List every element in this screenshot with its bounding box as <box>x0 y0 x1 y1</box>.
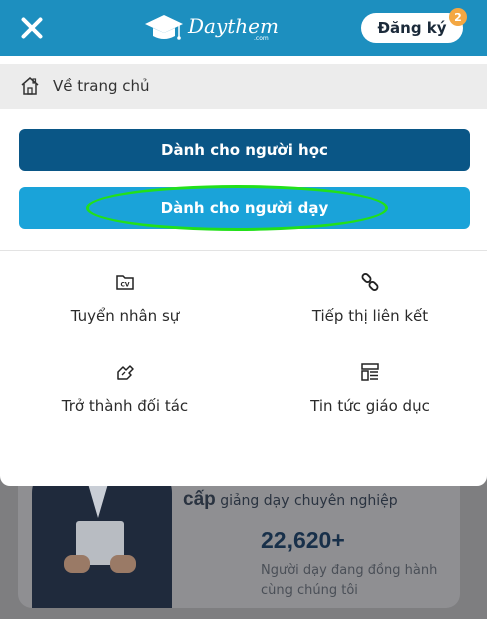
cv-folder-icon: CV <box>116 275 134 290</box>
teacher-count: 22,620+ <box>261 527 345 553</box>
graduation-cap-icon <box>145 15 183 40</box>
notification-badge: 2 <box>449 8 467 26</box>
close-menu-button[interactable] <box>16 12 48 44</box>
affiliate-label: Tiếp thị liên kết <box>311 307 429 325</box>
teacher-count-label: Người dạy đang đồng hành cùng chúng tôi <box>261 563 438 598</box>
navigation-menu: Về trang chủ Dành cho người học Dành cho… <box>0 56 487 486</box>
for-teachers-button[interactable]: Dành cho người dạy <box>19 187 470 229</box>
affiliate-link[interactable]: Tiếp thị liên kết <box>270 271 470 325</box>
register-button[interactable]: Đăng ký <box>361 13 463 43</box>
menu-divider <box>0 250 487 251</box>
partner-link[interactable]: Trở thành đối tác <box>25 361 225 415</box>
recruitment-link[interactable]: CV Tuyển nhân sự <box>25 271 225 325</box>
handshake-icon <box>117 365 134 380</box>
education-news-label: Tin tức giáo dục <box>310 397 430 415</box>
home-link-label: Về trang chủ <box>53 77 150 95</box>
news-layout-icon <box>361 363 379 381</box>
home-link[interactable]: Về trang chủ <box>0 64 487 109</box>
for-learners-button[interactable]: Dành cho người học <box>19 129 470 171</box>
svg-text:CV: CV <box>120 282 129 289</box>
recruitment-label: Tuyển nhân sự <box>70 307 180 325</box>
partner-label: Trở thành đối tác <box>61 397 189 415</box>
home-icon <box>21 77 39 95</box>
promo-title: cấp giảng dạy chuyên nghiệp <box>183 489 398 510</box>
logo-domain: .com <box>254 35 269 42</box>
education-news-link[interactable]: Tin tức giáo dục <box>270 361 470 415</box>
top-header: Daythem .com Đăng ký 2 <box>0 0 487 56</box>
link-icon <box>361 273 379 291</box>
daythem-logo[interactable]: Daythem .com <box>144 12 279 44</box>
